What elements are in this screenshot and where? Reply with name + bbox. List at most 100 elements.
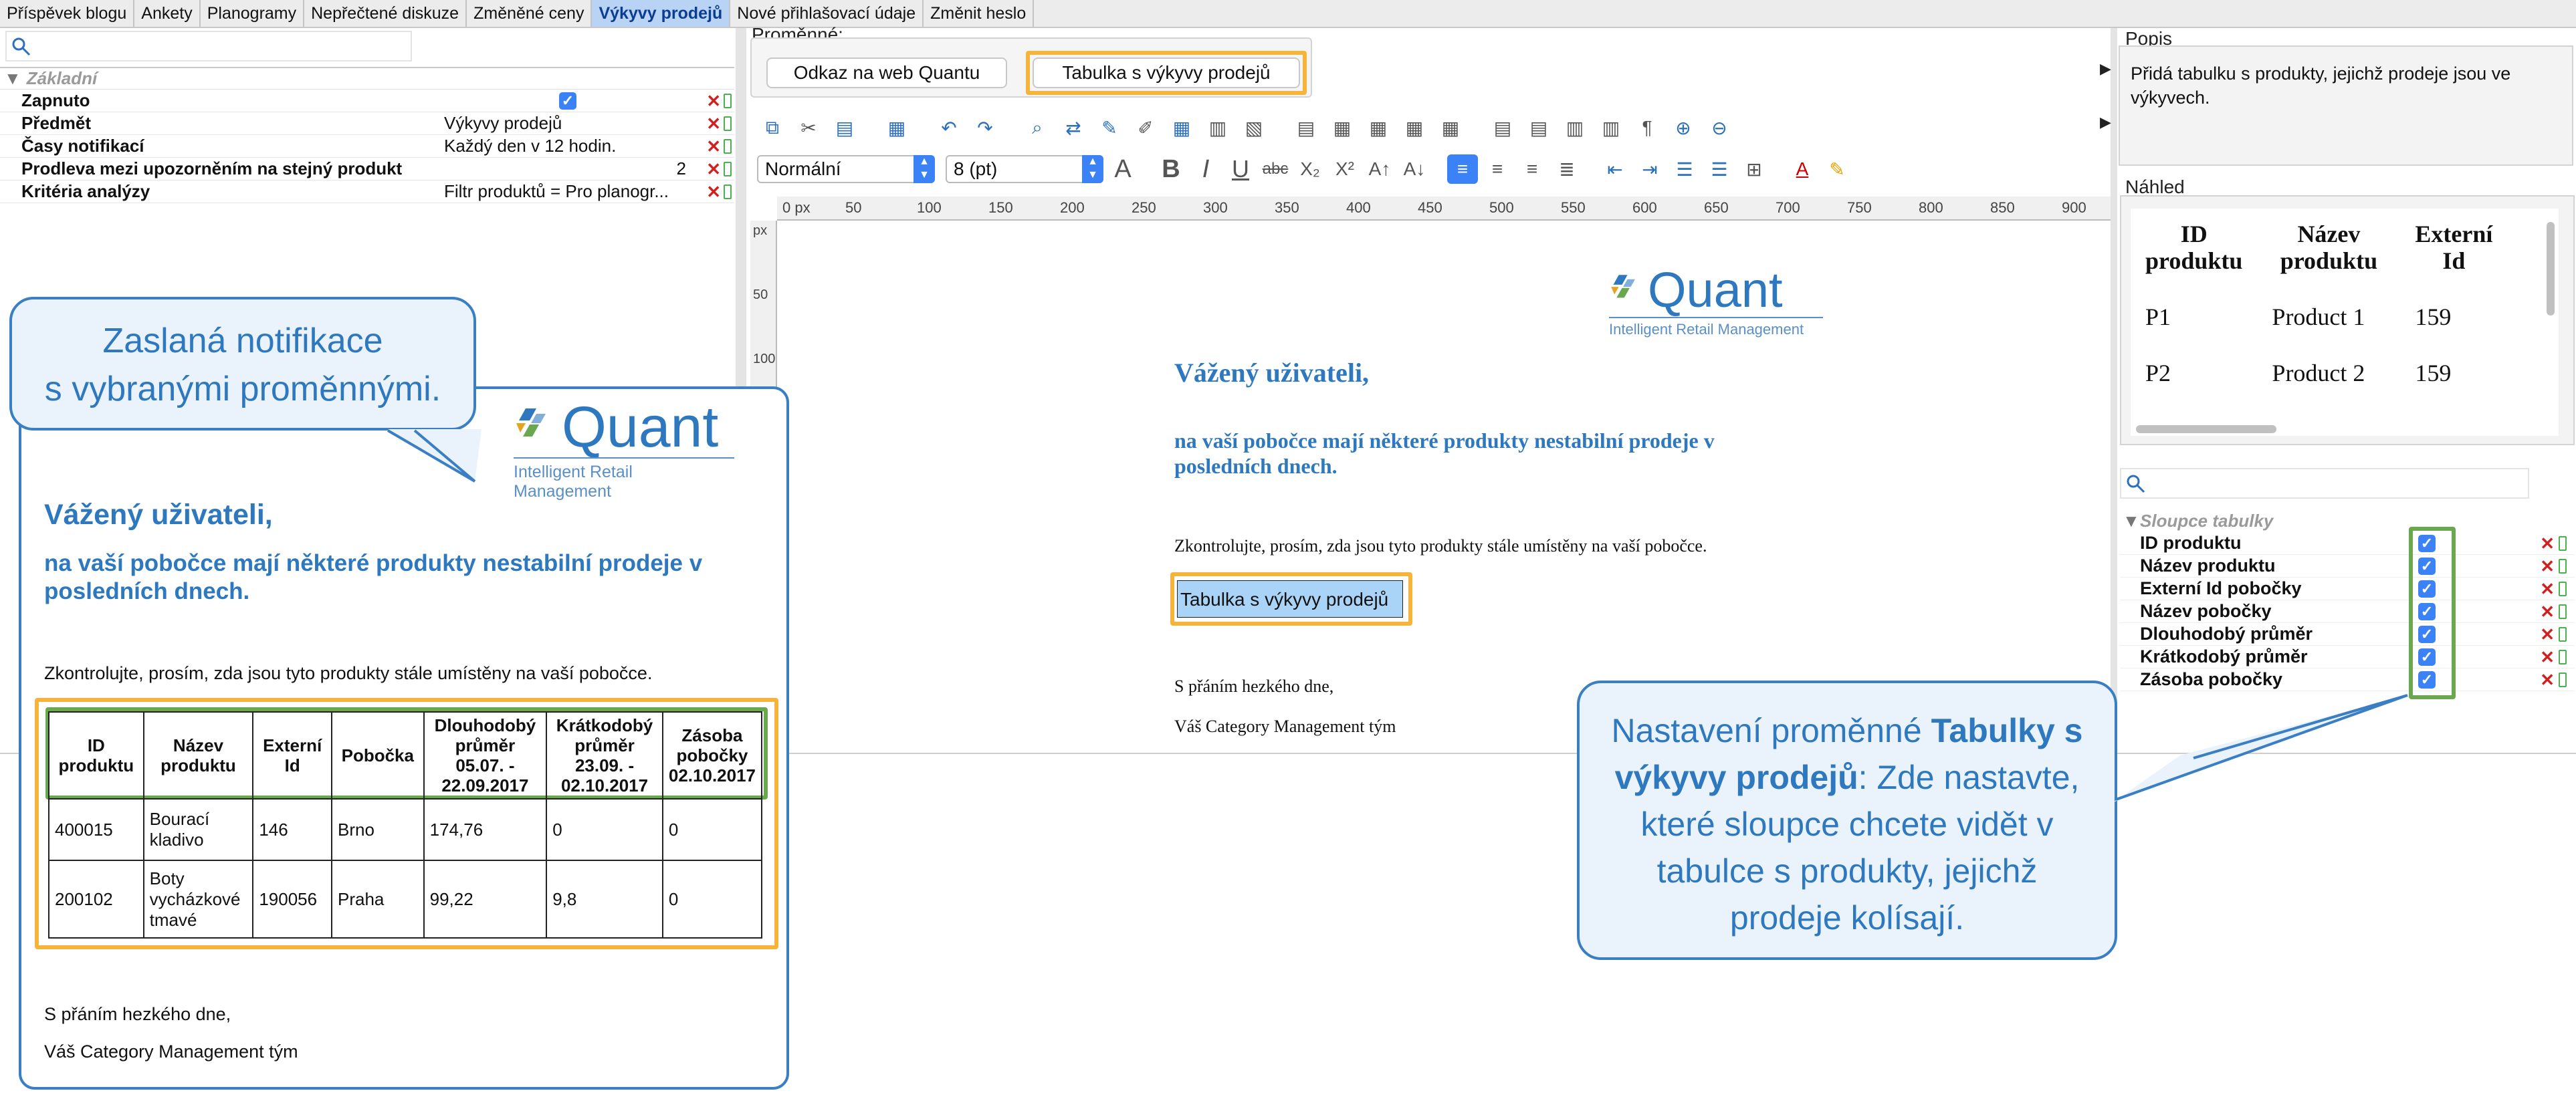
tab-blog-post[interactable]: Příspěvek blogu: [0, 0, 135, 27]
align-center-icon[interactable]: ≡: [1482, 154, 1513, 184]
undo-icon[interactable]: ↶: [934, 113, 964, 142]
edit-icon[interactable]: [2559, 627, 2567, 642]
format-painter-icon[interactable]: ✐: [1130, 113, 1161, 142]
remove-icon[interactable]: ✕: [706, 92, 721, 110]
col-right-icon[interactable]: ▥: [1596, 113, 1626, 142]
align-justify-icon[interactable]: ≣: [1551, 154, 1582, 184]
strikethrough-icon[interactable]: abc: [1260, 154, 1291, 184]
remove-icon[interactable]: ✕: [2540, 580, 2555, 598]
underline-icon[interactable]: U: [1225, 154, 1256, 184]
text-color-icon[interactable]: A: [1787, 154, 1818, 184]
row-below-icon[interactable]: ▤: [1523, 113, 1554, 142]
table-insert-col-icon[interactable]: ▦: [1327, 113, 1358, 142]
tab-sales-fluctuations[interactable]: Výkyvy prodejů: [592, 0, 731, 27]
prop-value[interactable]: Každý den v 12 hodin.: [437, 136, 691, 156]
edit-icon[interactable]: [2559, 559, 2567, 574]
numbered-list-icon[interactable]: ☰: [1669, 154, 1700, 184]
split-cells-icon[interactable]: ▧: [1239, 113, 1269, 142]
prop-value[interactable]: 2: [437, 158, 691, 179]
paste-icon[interactable]: ▤: [829, 113, 860, 142]
table-insert-icon[interactable]: ▦: [881, 113, 912, 142]
align-right-icon[interactable]: ≡: [1517, 154, 1547, 184]
horizontal-scrollbar[interactable]: [2136, 425, 2276, 433]
table-delete-col-icon[interactable]: ▦: [1399, 113, 1430, 142]
col-left-icon[interactable]: ▥: [1560, 113, 1590, 142]
tab-planograms[interactable]: Planogramy: [201, 0, 305, 27]
column-header: Pobočka: [330, 711, 425, 800]
italic-icon[interactable]: I: [1190, 154, 1221, 184]
vertical-scrollbar[interactable]: [2547, 222, 2555, 316]
table-props-icon[interactable]: ▦: [1166, 113, 1197, 142]
remove-icon[interactable]: ✕: [706, 183, 721, 201]
preview-table-area[interactable]: ID produktu Název produktu Externí Id P1…: [2131, 209, 2559, 436]
table-delete-row-icon[interactable]: ▦: [1363, 113, 1394, 142]
zoom-out-icon[interactable]: ⊖: [1704, 113, 1735, 142]
expand-arrow-icon[interactable]: ▶: [2100, 114, 2111, 131]
property-search-input[interactable]: [5, 31, 412, 62]
email-greeting: Vážený uživateli,: [44, 499, 273, 531]
highlight-color-icon[interactable]: ✎: [1822, 154, 1852, 184]
columns-search-input[interactable]: [2120, 468, 2529, 499]
edit-icon[interactable]: [2559, 673, 2567, 687]
edit-icon[interactable]: [2559, 536, 2567, 551]
expand-arrow-icon[interactable]: ▶: [2100, 60, 2111, 78]
edit-icon[interactable]: [724, 185, 732, 199]
edit-icon[interactable]: [2559, 604, 2567, 619]
variable-chip[interactable]: Tabulka s výkyvy prodejů: [1177, 580, 1403, 618]
prop-value[interactable]: Filtr produktů = Pro planogr...: [437, 181, 691, 202]
merge-cells-icon[interactable]: ▥: [1202, 113, 1233, 142]
zoom-in-icon[interactable]: ⊕: [1668, 113, 1699, 142]
prop-value[interactable]: Výkyvy prodejů: [437, 113, 691, 134]
chevron-updown-icon: ▲ ▼: [1082, 155, 1103, 183]
edit-icon[interactable]: [724, 139, 732, 154]
enabled-checkbox[interactable]: ✓: [559, 92, 576, 110]
edit-icon[interactable]: [724, 116, 732, 131]
table-insert-row-icon[interactable]: ▤: [1291, 113, 1321, 142]
replace-icon[interactable]: ⇄: [1058, 113, 1089, 142]
find-icon[interactable]: ⌕: [1022, 113, 1053, 142]
font-size-select[interactable]: 8 (pt) ▲ ▼: [946, 155, 1103, 183]
bullet-list-icon[interactable]: ☰: [1704, 154, 1735, 184]
style-select[interactable]: Normální ▲ ▼: [757, 155, 935, 183]
bold-icon[interactable]: B: [1156, 154, 1186, 184]
tab-change-password[interactable]: Změnit heslo: [924, 0, 1035, 27]
tab-polls[interactable]: Ankety: [134, 0, 201, 27]
remove-icon[interactable]: ✕: [2540, 648, 2555, 666]
edit-icon[interactable]: [2559, 582, 2567, 596]
remove-icon[interactable]: ✕: [2540, 558, 2555, 575]
borders-icon[interactable]: ⊞: [1739, 154, 1769, 184]
tab-new-login-details[interactable]: Nové přihlašovací údaje: [730, 0, 924, 27]
remove-icon[interactable]: ✕: [2540, 603, 2555, 620]
font-icon[interactable]: A: [1107, 154, 1138, 184]
right-splitter[interactable]: [2111, 28, 2117, 753]
tab-unread-discussions[interactable]: Nepřečtené diskuze: [304, 0, 467, 27]
paragraph-icon[interactable]: ¶: [1632, 113, 1662, 142]
variable-sales-table-button[interactable]: Tabulka s výkyvy prodejů: [1033, 57, 1300, 88]
outdent-icon[interactable]: ⇤: [1600, 154, 1630, 184]
tab-changed-prices[interactable]: Změněné ceny: [467, 0, 593, 27]
table-grid-icon[interactable]: ▦: [1435, 113, 1466, 142]
superscript-icon[interactable]: X²: [1329, 154, 1360, 184]
remove-icon[interactable]: ✕: [706, 138, 721, 155]
remove-icon[interactable]: ✕: [706, 115, 721, 132]
remove-icon[interactable]: ✕: [2540, 626, 2555, 643]
edit-icon[interactable]: [724, 94, 732, 108]
subscript-icon[interactable]: X₂: [1295, 154, 1325, 184]
font-grow-icon[interactable]: A↑: [1364, 154, 1395, 184]
remove-icon[interactable]: ✕: [2540, 671, 2555, 689]
redo-icon[interactable]: ↷: [970, 113, 1000, 142]
edit-icon[interactable]: [2559, 650, 2567, 664]
section-basic[interactable]: ▼ Základní: [0, 67, 734, 90]
variable-quant-web-link-button[interactable]: Odkaz na web Quantu: [766, 57, 1007, 88]
edit-icon[interactable]: [724, 162, 732, 176]
indent-icon[interactable]: ⇥: [1634, 154, 1665, 184]
copy-icon[interactable]: ⧉: [757, 113, 788, 142]
row-above-icon[interactable]: ▤: [1487, 113, 1518, 142]
align-left-icon[interactable]: ≡: [1447, 154, 1478, 184]
remove-icon[interactable]: ✕: [706, 160, 721, 178]
remove-icon[interactable]: ✕: [2540, 535, 2555, 552]
section-table-columns[interactable]: ▼ Sloupce tabulky: [2120, 509, 2575, 532]
edit-link-icon[interactable]: ✎: [1094, 113, 1125, 142]
cut-icon[interactable]: ✂: [793, 113, 824, 142]
font-shrink-icon[interactable]: A↓: [1399, 154, 1430, 184]
